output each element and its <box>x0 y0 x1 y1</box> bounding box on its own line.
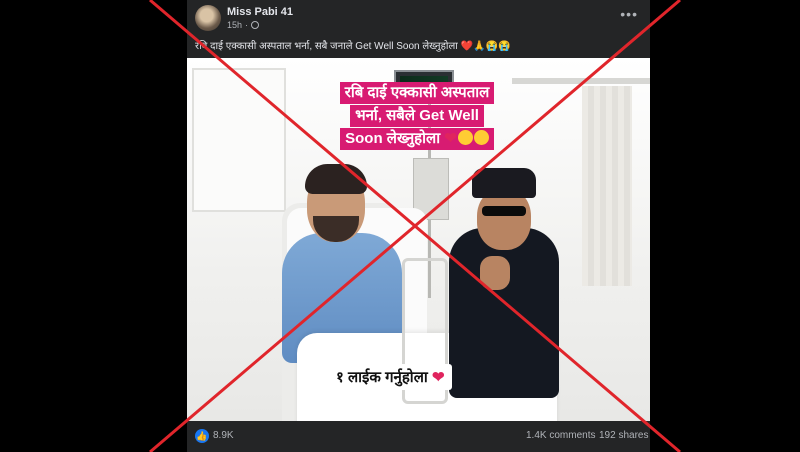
post-meta: 15h · <box>227 20 260 30</box>
globe-icon <box>251 21 260 29</box>
post-header: Miss Pabi 41 15h · ••• <box>187 0 650 36</box>
time-separator: · <box>245 20 249 30</box>
image-like-request-badge: १ लाईक गर्नुहोला ❤ <box>329 364 452 390</box>
post-image[interactable]: रबि दाई एक्कासी अस्पताल भर्ना, सबैले Get… <box>187 58 650 421</box>
author-name[interactable]: Miss Pabi 41 <box>227 6 293 18</box>
overlay-title-line-3-text: Soon लेख्नुहोला <box>345 130 441 147</box>
room-curtain <box>582 86 632 286</box>
like-request-text: १ लाईक गर्नुहोला <box>336 369 428 386</box>
crying-face-icon <box>457 130 473 145</box>
patient-hair <box>305 164 367 194</box>
overlay-title-line-3: Soon लेख्नुहोला ❤ <box>340 128 494 150</box>
visitor-sunglasses <box>482 206 526 216</box>
reaction-count[interactable]: 8.9K <box>213 430 234 441</box>
comment-count[interactable]: 1.4K comments <box>526 430 595 441</box>
facebook-post-card: Miss Pabi 41 15h · ••• रबि दाई एक्कासी अ… <box>187 0 650 452</box>
post-caption: रबि दाई एक्कासी अस्पताल भर्ना, सबै जनाले… <box>195 41 511 52</box>
heart-icon: ❤ <box>444 130 457 147</box>
visitor-topi-cap <box>472 168 536 198</box>
room-window <box>192 68 286 212</box>
post-footer: 👍 8.9K 1.4K comments 192 shares <box>187 421 650 452</box>
visitor-folded-hands <box>480 256 510 290</box>
image-overlay-title: रबि दाई एक्कासी अस्पताल भर्ना, सबैले Get… <box>297 82 537 151</box>
crying-face-icon <box>473 130 489 145</box>
like-icon[interactable]: 👍 <box>195 429 209 443</box>
heart-icon: ❤ <box>431 369 445 386</box>
share-count[interactable]: 192 shares <box>599 430 648 441</box>
post-time[interactable]: 15h <box>227 20 242 30</box>
more-options-icon[interactable]: ••• <box>620 6 638 22</box>
overlay-title-line-1: रबि दाई एक्कासी अस्पताल <box>339 82 495 104</box>
author-avatar[interactable] <box>195 5 221 31</box>
overlay-title-line-2: भर्ना, सबैले Get Well <box>350 105 484 127</box>
visitor-jacket <box>449 228 559 398</box>
